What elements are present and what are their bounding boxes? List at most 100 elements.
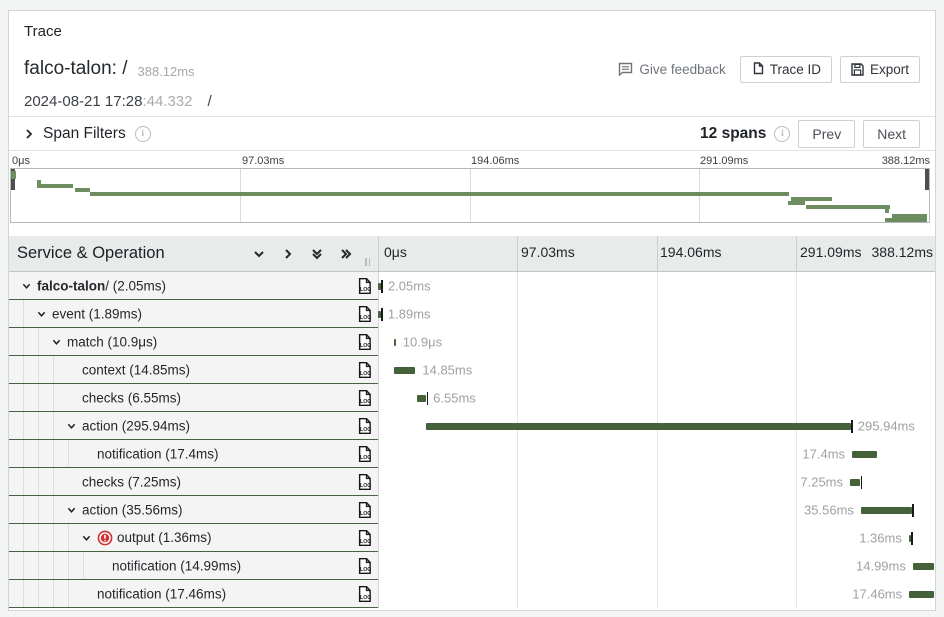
next-span-button[interactable]: Next (863, 120, 920, 148)
span-bar-cell[interactable]: 2.05ms (378, 272, 935, 300)
indent-guide (38, 328, 39, 355)
span-label: event (1.89ms) (52, 306, 142, 321)
span-name-cell[interactable]: notification (17.46ms) LOG (9, 580, 378, 608)
log-icon[interactable]: LOG (357, 501, 372, 518)
span-bar-cell[interactable]: 1.36ms (378, 524, 935, 552)
span-name-cell[interactable]: match (10.9μs) LOG (9, 328, 378, 356)
chevron-down-icon[interactable] (22, 281, 31, 290)
indent-guide (53, 468, 54, 495)
indent-guide (68, 552, 69, 579)
span-bar-cell[interactable]: 35.56ms (378, 496, 935, 524)
span-bar-end-tick (912, 504, 914, 517)
span-bar[interactable] (426, 423, 851, 430)
minimap-span-bar (885, 218, 926, 222)
log-icon[interactable]: LOG (357, 277, 372, 294)
svg-text:LOG: LOG (360, 594, 371, 600)
timeline-tick-label: 291.09ms (800, 244, 861, 260)
span-duration-label: 1.36ms (859, 531, 902, 546)
span-bar[interactable] (850, 479, 860, 486)
log-icon[interactable]: LOG (357, 333, 372, 350)
span-bar-cell[interactable]: 10.9μs (378, 328, 935, 356)
span-name-cell[interactable]: notification (14.99ms) LOG (9, 552, 378, 580)
log-icon[interactable]: LOG (357, 389, 372, 406)
log-icon[interactable]: LOG (357, 361, 372, 378)
svg-text:LOG: LOG (360, 398, 371, 404)
span-name-cell[interactable]: checks (7.25ms) LOG (9, 468, 378, 496)
table-row[interactable]: context (14.85ms) LOG 14.85ms (9, 356, 935, 384)
span-filters-toggle[interactable]: Span Filters i (24, 125, 151, 143)
indent-guide (38, 524, 39, 551)
expand-all-icon[interactable] (339, 247, 353, 261)
span-bar[interactable] (913, 563, 935, 570)
span-name-cell[interactable]: notification (17.4ms) LOG (9, 440, 378, 468)
table-row[interactable]: action (35.56ms) LOG 35.56ms (9, 496, 935, 524)
table-row[interactable]: checks (6.55ms) LOG 6.55ms (9, 384, 935, 412)
prev-span-button[interactable]: Prev (798, 120, 855, 148)
svg-text:LOG: LOG (360, 566, 371, 572)
span-bar-cell[interactable]: 14.85ms (378, 356, 935, 384)
indent-guide (38, 580, 39, 607)
log-icon[interactable]: LOG (357, 529, 372, 546)
span-name-cell[interactable]: output (1.36ms) LOG (9, 524, 378, 552)
indent-guide (23, 300, 24, 327)
span-duration-label: 6.55ms (433, 391, 476, 406)
span-bar-cell[interactable]: 295.94ms (378, 412, 935, 440)
span-name-cell[interactable]: action (35.56ms) LOG (9, 496, 378, 524)
span-bar-cell[interactable]: 14.99ms (378, 552, 935, 580)
indent-guide (53, 496, 54, 523)
log-icon[interactable]: LOG (357, 585, 372, 602)
span-bar-cell[interactable]: 6.55ms (378, 384, 935, 412)
chevron-down-icon[interactable] (67, 505, 76, 514)
span-bar[interactable] (417, 395, 426, 402)
table-row[interactable]: output (1.36ms) LOG 1.36ms (9, 524, 935, 552)
log-icon[interactable]: LOG (357, 305, 372, 322)
indent-guide (38, 356, 39, 383)
span-bar-cell[interactable]: 1.89ms (378, 300, 935, 328)
table-row[interactable]: action (295.94ms) LOG 295.94ms (9, 412, 935, 440)
service-operation-header: Service & Operation (17, 244, 165, 263)
table-row[interactable]: notification (17.46ms) LOG 17.46ms (9, 580, 935, 608)
table-row[interactable]: notification (17.4ms) LOG 17.4ms (9, 440, 935, 468)
span-name-cell[interactable]: falco-talon / (2.05ms) LOG (9, 272, 378, 300)
span-bar-cell[interactable]: 17.46ms (378, 580, 935, 608)
svg-text:LOG: LOG (360, 426, 371, 432)
chevron-down-icon[interactable] (37, 309, 46, 318)
info-icon[interactable]: i (774, 126, 790, 142)
give-feedback-button[interactable]: Give feedback (612, 58, 731, 81)
log-icon[interactable]: LOG (357, 557, 372, 574)
table-row[interactable]: checks (7.25ms) LOG 7.25ms (9, 468, 935, 496)
log-icon[interactable]: LOG (357, 417, 372, 434)
span-bar[interactable] (394, 367, 415, 374)
span-name-cell[interactable]: event (1.89ms) LOG (9, 300, 378, 328)
expand-one-icon[interactable] (281, 247, 295, 261)
span-bar[interactable] (861, 507, 912, 514)
minimap-right-handle[interactable] (925, 169, 929, 190)
collapse-all-icon[interactable] (310, 247, 324, 261)
span-name-cell[interactable]: checks (6.55ms) LOG (9, 384, 378, 412)
span-name-cell[interactable]: context (14.85ms) LOG (9, 356, 378, 384)
table-row[interactable]: falco-talon / (2.05ms) LOG 2.05ms (9, 272, 935, 300)
table-row[interactable]: event (1.89ms) LOG 1.89ms (9, 300, 935, 328)
span-bar[interactable] (909, 591, 934, 598)
span-bar[interactable] (852, 451, 877, 458)
chevron-down-icon[interactable] (52, 337, 61, 346)
span-label: checks (6.55ms) (82, 390, 181, 405)
span-duration-label: 35.56ms (804, 503, 854, 518)
chevron-down-icon[interactable] (82, 533, 91, 542)
table-row[interactable]: match (10.9μs) LOG 10.9μs (9, 328, 935, 356)
span-bar-cell[interactable]: 7.25ms (378, 468, 935, 496)
chevron-down-icon[interactable] (67, 421, 76, 430)
log-icon[interactable]: LOG (357, 445, 372, 462)
column-resize-handle[interactable] (365, 258, 370, 266)
export-button[interactable]: Export (840, 56, 920, 83)
collapse-one-icon[interactable] (252, 247, 266, 261)
span-bar[interactable] (394, 339, 396, 346)
minimap-viewport[interactable] (10, 168, 930, 223)
info-icon[interactable]: i (135, 126, 151, 142)
table-row[interactable]: notification (14.99ms) LOG 14.99ms (9, 552, 935, 580)
trace-id-button[interactable]: Trace ID (740, 56, 832, 83)
span-bar-cell[interactable]: 17.4ms (378, 440, 935, 468)
span-bar-end-tick (911, 532, 913, 545)
log-icon[interactable]: LOG (357, 473, 372, 490)
span-name-cell[interactable]: action (295.94ms) LOG (9, 412, 378, 440)
